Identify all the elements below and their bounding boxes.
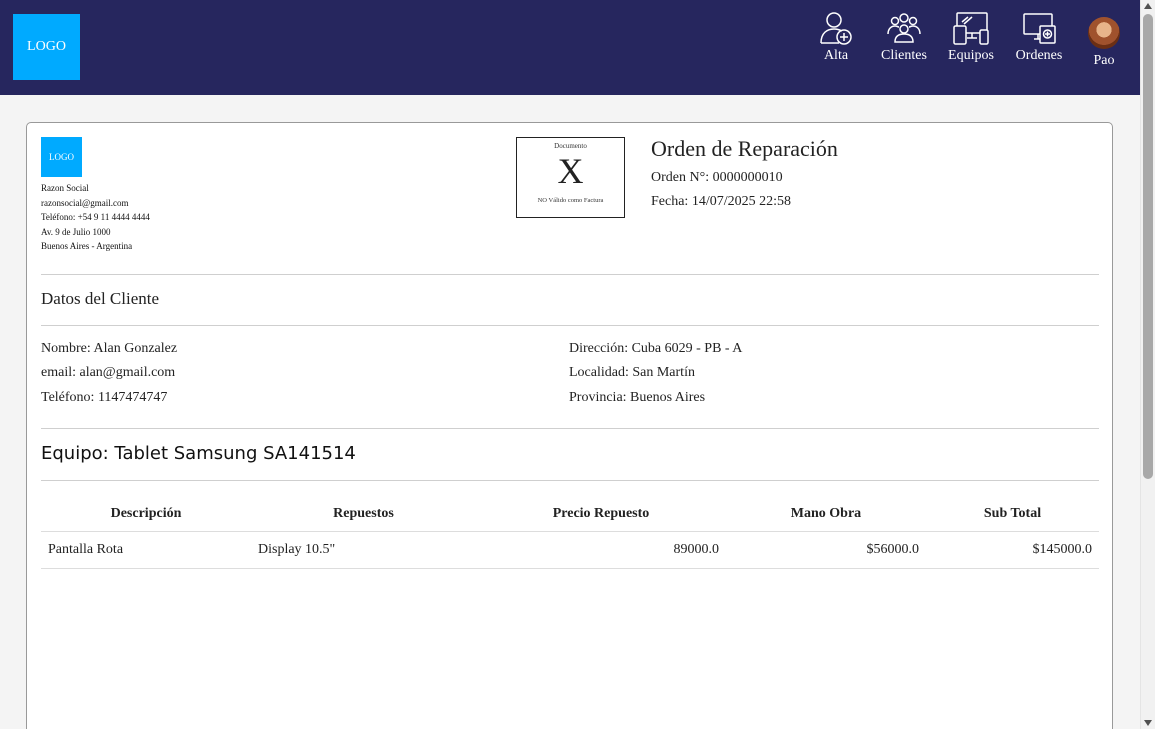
nav-equipos-label: Equipos (948, 48, 994, 63)
user-name: Pao (1093, 53, 1115, 68)
user-add-icon (820, 12, 852, 45)
nav-clientes[interactable]: Clientes (878, 10, 930, 64)
page-scrollbar[interactable] (1140, 0, 1155, 729)
column-header-part-price: Precio Repuesto (476, 497, 726, 532)
repair-items-table: Descripción Repuestos Precio Repuesto Ma… (41, 497, 1099, 569)
users-group-icon (887, 13, 921, 43)
cell-subtotal: $145000.0 (926, 531, 1099, 569)
nav-alta-label: Alta (823, 48, 849, 63)
devices-icon (953, 12, 989, 45)
cell-part-price: 89000.0 (476, 531, 726, 569)
client-name: Nombre: Alan Gonzalez (41, 341, 178, 356)
divider (41, 480, 1099, 481)
top-navbar: LOGO Alta Clientes Equipos Ordenes Pao (0, 0, 1140, 95)
divider (41, 428, 1099, 429)
document-note: NO Válido como Factura (537, 197, 604, 204)
avatar (1088, 17, 1120, 49)
nav-equipos[interactable]: Equipos (946, 10, 996, 64)
client-phone: Teléfono: 1147474747 (41, 390, 168, 405)
company-address: Av. 9 de Julio 1000 (41, 226, 111, 237)
table-header-row: Descripción Repuestos Precio Repuesto Ma… (41, 497, 1099, 532)
equipment-title: Equipo: Tablet Samsung SA141514 (41, 443, 356, 464)
order-card: LOGO Razon Social razonsocial@gmail.com … (26, 122, 1113, 729)
client-province: Provincia: Buenos Aires (569, 390, 706, 405)
order-date: Fecha: 14/07/2025 22:58 (651, 194, 791, 209)
document-letter: X (557, 151, 584, 191)
company-name: Razon Social (41, 183, 89, 193)
divider (41, 274, 1099, 275)
scroll-up-arrow-icon[interactable] (1144, 3, 1152, 9)
company-logo: LOGO (41, 137, 82, 177)
company-email: razonsocial@gmail.com (41, 197, 129, 208)
company-city: Buenos Aires - Argentina (41, 241, 133, 251)
nav-alta[interactable]: Alta (816, 10, 856, 64)
client-email: email: alan@gmail.com (41, 365, 176, 380)
nav-ordenes[interactable]: Ordenes (1012, 10, 1066, 64)
app-logo[interactable]: LOGO (13, 14, 80, 80)
cell-parts: Display 10.5" (251, 531, 476, 569)
client-address: Dirección: Cuba 6029 - PB - A (569, 341, 743, 356)
order-title: Orden de Reparación (651, 136, 838, 161)
column-header-description: Descripción (41, 497, 251, 532)
divider (41, 325, 1099, 326)
scroll-down-arrow-icon[interactable] (1144, 720, 1152, 726)
document-type-box: Documento X NO Válido como Factura (516, 137, 625, 218)
cell-description: Pantalla Rota (41, 531, 251, 569)
client-locality: Localidad: San Martín (569, 365, 695, 380)
column-header-parts: Repuestos (251, 497, 476, 532)
company-phone: Teléfono: +54 9 11 4444 4444 (41, 212, 150, 222)
client-section-title: Datos del Cliente (41, 289, 160, 308)
scroll-thumb[interactable] (1143, 14, 1153, 479)
column-header-subtotal: Sub Total (926, 497, 1099, 532)
user-menu[interactable]: Pao (1085, 17, 1123, 69)
column-header-labor: Mano Obra (726, 497, 926, 532)
nav-clientes-label: Clientes (881, 48, 927, 63)
orders-icon (1023, 13, 1056, 44)
cell-labor: $56000.0 (726, 531, 926, 569)
company-info: Razon Social razonsocial@gmail.com Teléf… (41, 181, 150, 254)
document-label: Documento (554, 142, 587, 150)
nav-ordenes-label: Ordenes (1015, 48, 1063, 63)
order-number: Orden N°: 0000000010 (651, 170, 783, 185)
table-row: Pantalla Rota Display 10.5" 89000.0 $560… (41, 531, 1099, 569)
